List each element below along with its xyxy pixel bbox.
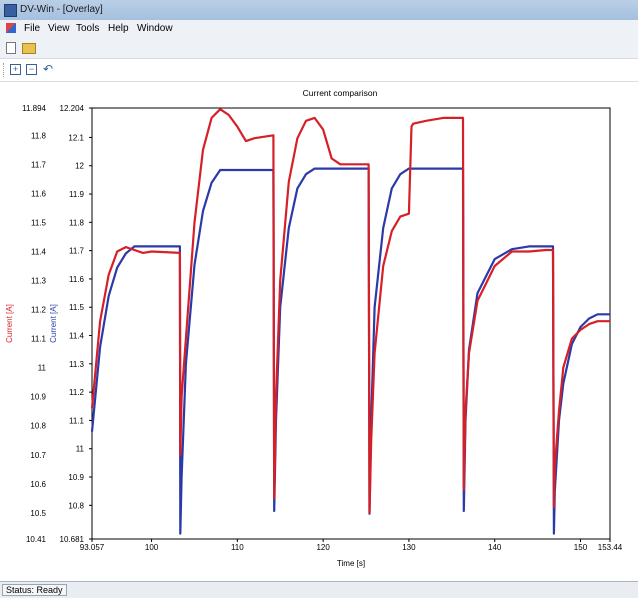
y-tick-label: 10.8 xyxy=(68,501,84,510)
chart-toolbar: + − ↶ xyxy=(0,59,638,82)
y-tick-label: 11 xyxy=(38,364,47,373)
y-tick-label: 12.204 xyxy=(60,104,85,113)
y-tick-label: 10.9 xyxy=(68,473,84,482)
y-tick-label: 11.2 xyxy=(69,388,85,397)
y-tick-label: 11.8 xyxy=(69,218,85,227)
x-tick-label: 130 xyxy=(402,543,416,552)
y-tick-label: 11 xyxy=(76,445,85,454)
y-tick-label: 11.4 xyxy=(31,247,47,256)
x-axis-label: Time [s] xyxy=(337,559,365,568)
document-window-icon[interactable] xyxy=(6,23,16,33)
y-tick-label: 11.6 xyxy=(69,275,85,284)
menu-tools[interactable]: Tools xyxy=(76,23,99,34)
y-tick-label: 11.3 xyxy=(69,360,85,369)
plot-area xyxy=(91,107,611,540)
app-icon xyxy=(4,4,17,17)
y-tick-label: 11.2 xyxy=(31,306,47,315)
y-tick-label: 10.6 xyxy=(30,480,46,489)
x-tick-label: 110 xyxy=(231,543,244,552)
status-text: Status: Ready xyxy=(2,584,67,596)
y-axis-red: 11.894 11.8 11.7 11.6 11.5 11.4 11.3 11.2 11.1 11… xyxy=(22,104,46,544)
chart-panel: Current comparison 11.894 11.8 11.7 11.6 11.… xyxy=(0,81,638,581)
y-tick-label: 11.894 xyxy=(22,104,46,113)
chart-title: Current comparison xyxy=(303,88,378,98)
y-tick-label: 12 xyxy=(75,162,84,171)
open-folder-icon[interactable] xyxy=(22,43,36,54)
toolbar-grip[interactable] xyxy=(3,63,7,77)
zoom-in-icon[interactable]: + xyxy=(10,64,21,75)
current-comparison-chart: Current comparison 11.89411.811.711.611.… xyxy=(5,88,623,568)
menu-window[interactable]: Window xyxy=(137,23,173,34)
x-tick-label: 100 xyxy=(145,543,159,552)
main-toolbar xyxy=(0,38,638,59)
y-axis-label-red: Current [A] xyxy=(5,304,14,343)
zoom-out-icon[interactable]: − xyxy=(26,64,37,75)
y-axis-blue: 12.204 12.1 12 11.9 11.8 11.7 11.6 11.5 11.4 11.3… xyxy=(60,104,92,544)
x-axis: 93.057 100 110 120 130 140 150 153.44 xyxy=(80,539,623,552)
y-tick-label: 11.4 xyxy=(69,332,85,341)
x-tick-label: 153.44 xyxy=(598,543,623,552)
y-tick-label: 10.5 xyxy=(30,509,46,518)
new-document-icon[interactable] xyxy=(6,42,16,54)
y-tick-label: 11.5 xyxy=(31,218,47,227)
y-tick-label: 11.5 xyxy=(69,303,85,312)
menu-help[interactable]: Help xyxy=(108,23,129,34)
y-tick-label: 11.9 xyxy=(69,190,85,199)
menu-view[interactable]: View xyxy=(48,23,70,34)
y-tick-label: 10.9 xyxy=(30,393,46,402)
y-tick-label: 10.41 xyxy=(26,535,47,544)
y-tick-label: 11.1 xyxy=(69,416,85,425)
y-tick-label: 11.6 xyxy=(31,189,47,198)
menu-bar: File View Tools Help Window xyxy=(0,20,638,39)
y-tick-label: 11.7 xyxy=(31,160,47,169)
x-tick-label: 150 xyxy=(574,543,588,552)
y-axis-label-blue: Current [A] xyxy=(49,304,58,343)
y-tick-label: 11.1 xyxy=(31,335,47,344)
y-tick-label: 11.3 xyxy=(31,277,47,286)
title-bar: DV-Win - [Overlay] xyxy=(0,0,638,21)
menu-file[interactable]: File xyxy=(24,23,40,34)
y-tick-label: 11.7 xyxy=(69,247,85,256)
y-tick-label: 11.8 xyxy=(31,131,47,140)
y-tick-label: 12.1 xyxy=(68,133,84,142)
x-tick-label: 93.057 xyxy=(80,543,105,552)
window-title: DV-Win - [Overlay] xyxy=(20,4,103,15)
y-tick-label: 10.8 xyxy=(30,422,46,431)
status-bar: Status: Ready xyxy=(0,581,638,598)
y-tick-label: 10.7 xyxy=(30,451,46,460)
undo-icon[interactable]: ↶ xyxy=(42,63,54,75)
x-tick-label: 140 xyxy=(488,543,502,552)
x-tick-label: 120 xyxy=(316,543,330,552)
